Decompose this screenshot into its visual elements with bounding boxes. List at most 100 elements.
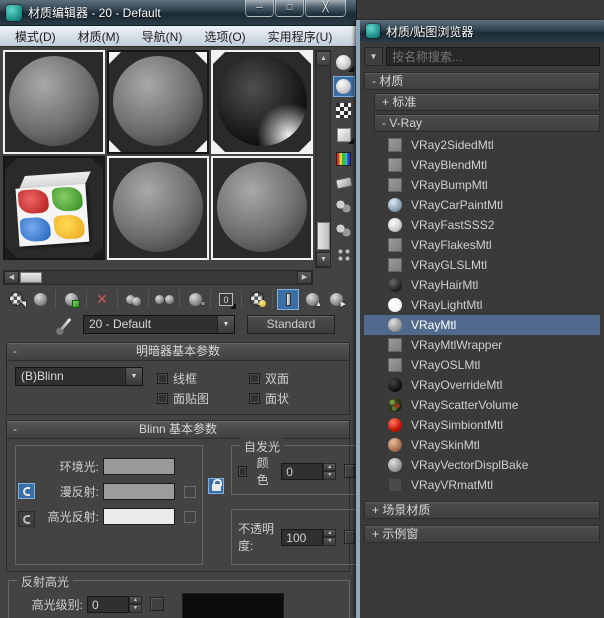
material-item[interactable]: VRaySimbiontMtl xyxy=(364,415,600,435)
get-material-button[interactable]: ◥ xyxy=(5,289,27,310)
go-forward-to-sibling-button[interactable]: ▶ xyxy=(325,289,347,310)
sample-slot-2[interactable] xyxy=(107,50,209,154)
self-illum-value[interactable]: 0 xyxy=(281,462,324,480)
make-unique-button[interactable] xyxy=(153,289,175,310)
material-item[interactable]: VRayFlakesMtl xyxy=(364,235,600,255)
spin-down-icon[interactable]: ▼ xyxy=(323,537,337,546)
vertical-scroll-thumb[interactable] xyxy=(317,222,330,250)
put-to-library-button[interactable]: ≡ xyxy=(184,289,206,310)
menu-mode[interactable]: 模式(D) xyxy=(4,28,67,45)
go-to-parent-button[interactable]: ▲ xyxy=(301,289,323,310)
material-id-channel-button[interactable]: 0 xyxy=(215,289,237,310)
material-item[interactable]: VRayCarPaintMtl xyxy=(364,195,600,215)
slots-vertical-scrollbar[interactable]: ▲ ▼ xyxy=(315,50,332,268)
specular-level-value[interactable]: 0 xyxy=(87,595,129,613)
section-vray[interactable]: - V-Ray xyxy=(374,114,600,132)
reset-map-material-button[interactable]: ✕ xyxy=(91,289,113,310)
material-item[interactable]: VRay2SidedMtl xyxy=(364,135,600,155)
select-by-material-button[interactable] xyxy=(333,220,355,241)
spin-up-icon[interactable]: ▲ xyxy=(129,595,142,604)
wireframe-checkbox[interactable]: 线框 xyxy=(157,368,249,388)
material-type-button[interactable]: Standard xyxy=(247,314,335,334)
material-item[interactable]: VRayHairMtl xyxy=(364,275,600,295)
put-material-to-scene-button[interactable] xyxy=(29,289,51,310)
material-item-selected[interactable]: VRayMtl xyxy=(364,315,600,335)
material-item[interactable]: VRayBlendMtl xyxy=(364,155,600,175)
color-lock-button[interactable] xyxy=(208,478,224,494)
shader-rollout-header[interactable]: - 明暗器基本参数 xyxy=(7,343,349,361)
spin-down-icon[interactable]: ▼ xyxy=(323,471,337,480)
material-item[interactable]: VRayLightMtl xyxy=(364,295,600,315)
opacity-spinner[interactable]: 100 ▲ ▼ xyxy=(281,528,337,546)
faceted-checkbox[interactable]: 面状 xyxy=(249,388,341,408)
diffuse-specular-lock-button[interactable] xyxy=(18,511,35,527)
options-button[interactable] xyxy=(333,196,355,217)
search-input[interactable] xyxy=(386,47,600,66)
material-name-dropdown[interactable]: 20 - Default ▼ xyxy=(83,314,235,334)
horizontal-scroll-thumb[interactable] xyxy=(20,272,42,283)
shader-type-dropdown[interactable]: (B)Blinn ▼ xyxy=(15,367,143,386)
scroll-right-icon[interactable]: ▶ xyxy=(297,271,312,284)
slots-horizontal-scrollbar[interactable]: ◀ ▶ xyxy=(3,270,313,285)
ambient-diffuse-lock-button[interactable] xyxy=(18,483,35,499)
material-item[interactable]: VRaySkinMtl xyxy=(364,435,600,455)
material-item[interactable]: VRayGLSLMtl xyxy=(364,255,600,275)
make-preview-button[interactable] xyxy=(333,172,355,193)
scroll-left-icon[interactable]: ◀ xyxy=(4,271,19,284)
spin-up-icon[interactable]: ▲ xyxy=(323,528,337,537)
dropdown-arrow-icon[interactable]: ▼ xyxy=(125,368,142,385)
section-scene-materials[interactable]: + 场景材质 xyxy=(364,501,600,519)
menu-options[interactable]: 选项(O) xyxy=(193,28,256,45)
specular-color-swatch[interactable] xyxy=(103,508,175,525)
section-sample-slots[interactable]: + 示例窗 xyxy=(364,525,600,543)
sample-slot-6[interactable] xyxy=(211,156,313,260)
maximize-button[interactable]: □ xyxy=(275,0,304,17)
material-item[interactable]: VRayOSLMtl xyxy=(364,355,600,375)
scroll-up-icon[interactable]: ▲ xyxy=(316,51,331,66)
section-standard[interactable]: + 标准 xyxy=(374,93,600,111)
material-item[interactable]: VRayScatterVolume xyxy=(364,395,600,415)
background-button[interactable] xyxy=(333,100,355,121)
blinn-rollout-header[interactable]: - Blinn 基本参数 xyxy=(7,421,349,439)
spin-up-icon[interactable]: ▲ xyxy=(323,462,337,471)
material-item[interactable]: VRayVRmatMtl xyxy=(364,475,600,495)
scroll-down-icon[interactable]: ▼ xyxy=(316,252,331,267)
specular-level-spinner[interactable]: 0 ▲ ▼ xyxy=(87,595,142,613)
pick-material-eyedropper-icon[interactable] xyxy=(59,317,72,331)
ambient-color-swatch[interactable] xyxy=(103,458,175,475)
diffuse-color-swatch[interactable] xyxy=(103,483,175,500)
sample-slot-3[interactable] xyxy=(211,50,313,154)
specular-map-button[interactable] xyxy=(184,510,196,523)
collapse-icon[interactable]: - xyxy=(13,421,17,438)
self-illum-spinner[interactable]: 0 ▲ ▼ xyxy=(281,462,337,480)
browser-options-dropdown[interactable]: ▼ xyxy=(364,47,383,66)
menu-navigation[interactable]: 导航(N) xyxy=(131,28,194,45)
editor-titlebar[interactable]: 材质编辑器 - 20 - Default ─ □ ╳ xyxy=(0,0,356,26)
checkbox-icon[interactable] xyxy=(157,372,168,384)
make-material-copy-button[interactable] xyxy=(122,289,144,310)
opacity-map-button[interactable] xyxy=(344,530,356,544)
face-map-checkbox[interactable]: 面贴图 xyxy=(157,388,249,408)
self-illum-map-button[interactable] xyxy=(344,464,355,478)
material-item[interactable]: VRayMtlWrapper xyxy=(364,335,600,355)
sample-type-button[interactable] xyxy=(333,52,355,73)
diffuse-map-button[interactable] xyxy=(184,485,196,498)
material-item[interactable]: VRayFastSSS2 xyxy=(364,215,600,235)
checkbox-icon[interactable] xyxy=(249,392,260,404)
show-map-in-viewport-button[interactable] xyxy=(246,289,268,310)
sample-uv-tiling-button[interactable] xyxy=(333,124,355,145)
collapse-icon[interactable]: - xyxy=(13,343,17,360)
material-item[interactable]: VRayOverrideMtl xyxy=(364,375,600,395)
material-item[interactable]: VRayBumpMtl xyxy=(364,175,600,195)
spin-down-icon[interactable]: ▼ xyxy=(129,604,142,613)
minimize-button[interactable]: ─ xyxy=(245,0,274,17)
material-map-navigator-button[interactable] xyxy=(333,244,355,265)
video-color-check-button[interactable] xyxy=(333,148,355,169)
menu-material[interactable]: 材质(M) xyxy=(67,28,131,45)
section-materials[interactable]: - 材质 xyxy=(364,72,600,90)
opacity-value[interactable]: 100 xyxy=(281,528,324,546)
sample-slot-1[interactable] xyxy=(3,50,105,154)
show-end-result-button[interactable] xyxy=(277,288,299,310)
browser-titlebar[interactable]: 材质/贴图浏览器 xyxy=(360,20,604,42)
assign-material-to-selection-button[interactable] xyxy=(60,289,82,310)
